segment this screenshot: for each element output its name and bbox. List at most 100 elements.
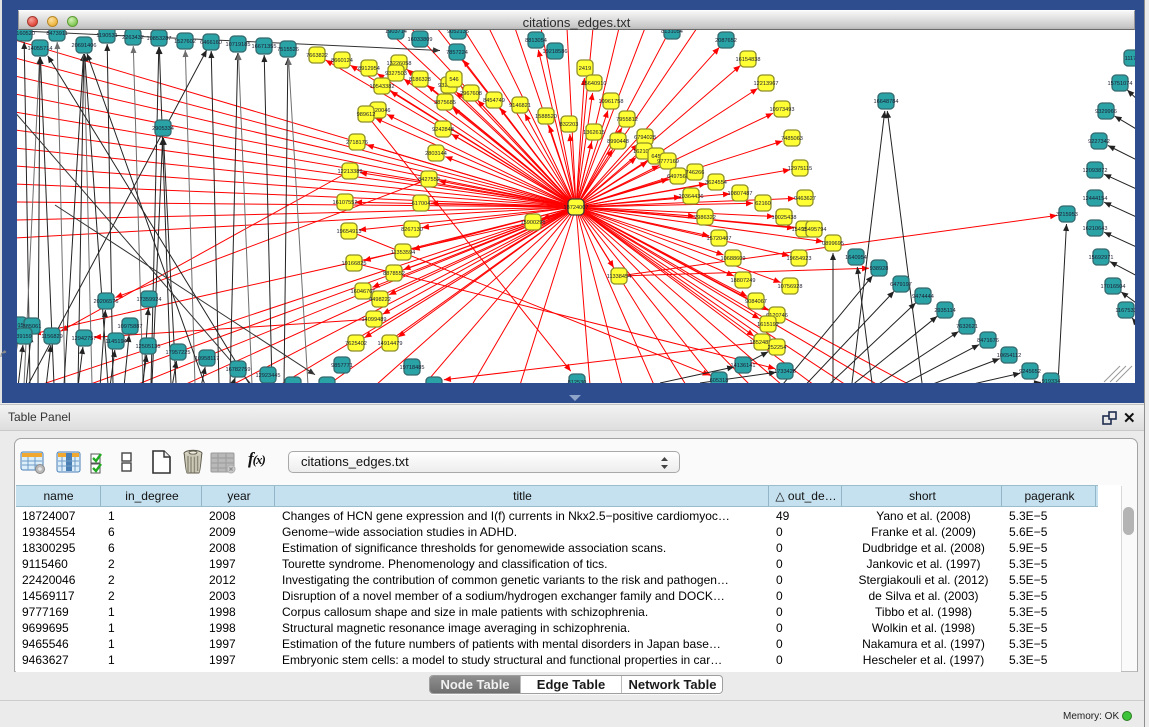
svg-text:8186328: 8186328	[409, 77, 431, 83]
svg-text:10807487: 10807487	[728, 191, 753, 197]
svg-text:1527602: 1527602	[174, 39, 196, 45]
svg-text:16033809: 16033809	[408, 37, 433, 43]
svg-text:989612: 989612	[357, 112, 376, 118]
svg-text:8878552: 8878552	[383, 271, 405, 277]
svg-text:9160520: 9160520	[17, 31, 35, 37]
svg-text:2905334: 2905334	[152, 126, 174, 132]
svg-text:8267130: 8267130	[401, 227, 423, 233]
svg-text:9084067: 9084067	[745, 299, 767, 305]
svg-text:16648784: 16648784	[874, 99, 899, 105]
svg-text:10958117: 10958117	[195, 356, 219, 362]
svg-text:6466160: 6466160	[200, 40, 222, 46]
svg-text:11176: 11176	[1125, 56, 1135, 62]
svg-text:15495794: 15495794	[802, 227, 827, 233]
svg-text:9474444: 9474444	[912, 294, 934, 300]
svg-text:1588520: 1588520	[535, 114, 557, 120]
svg-text:2718176: 2718176	[346, 140, 368, 146]
svg-text:1733426: 1733426	[774, 369, 796, 375]
svg-text:7663822: 7663822	[306, 53, 328, 59]
svg-text:19166825: 19166825	[342, 261, 367, 267]
svg-text:9245652: 9245652	[1019, 369, 1041, 375]
svg-text:8660124: 8660124	[331, 58, 353, 64]
svg-text:18807249: 18807249	[731, 278, 756, 284]
svg-text:12444154: 12444154	[1083, 196, 1108, 202]
svg-text:14099489: 14099489	[362, 317, 387, 323]
svg-text:16210643: 16210643	[1083, 226, 1108, 232]
svg-text:8427552: 8427552	[418, 177, 440, 183]
svg-text:617004: 617004	[412, 201, 431, 207]
svg-text:9242848: 9242848	[432, 127, 454, 133]
svg-text:16107552: 16107552	[333, 200, 358, 206]
svg-text:1640954: 1640954	[845, 255, 867, 261]
svg-text:12923445: 12923445	[256, 373, 281, 379]
svg-text:39159: 39159	[17, 334, 32, 340]
svg-text:1156829: 1156829	[41, 334, 62, 340]
svg-text:546: 546	[449, 77, 458, 83]
svg-text:10025438: 10025438	[772, 215, 797, 221]
svg-text:15751074: 15751074	[1108, 81, 1133, 87]
svg-text:12505135: 12505135	[136, 344, 161, 350]
svg-text:8471676: 8471676	[977, 338, 999, 344]
svg-text:9146821: 9146821	[509, 103, 531, 109]
svg-text:746266: 746266	[686, 170, 705, 176]
svg-text:19654913: 19654913	[337, 229, 362, 235]
svg-text:8131054: 8131054	[661, 30, 683, 35]
svg-text:16671355: 16671355	[252, 44, 277, 50]
svg-text:9227342: 9227342	[1088, 139, 1110, 145]
svg-text:14055714: 14055714	[28, 46, 53, 52]
svg-text:1362615: 1362615	[583, 130, 605, 136]
svg-text:10719185: 10719185	[226, 42, 251, 48]
svg-text:2087652: 2087652	[715, 38, 737, 44]
svg-text:7485063: 7485063	[781, 136, 803, 142]
svg-text:6794028: 6794028	[634, 135, 656, 141]
svg-text:17359924: 17359924	[137, 297, 162, 303]
svg-text:938928: 938928	[870, 266, 889, 272]
svg-text:7625402: 7625402	[345, 341, 367, 347]
svg-text:3875685: 3875685	[434, 100, 456, 106]
svg-text:15640910: 15640910	[582, 81, 607, 87]
svg-text:9327503: 9327503	[385, 71, 407, 77]
svg-text:919334: 919334	[1042, 379, 1061, 383]
svg-text:1903714: 1903714	[385, 30, 407, 35]
svg-text:8990448: 8990448	[607, 139, 629, 145]
svg-text:2967608: 2967608	[460, 91, 482, 97]
svg-text:832203: 832203	[560, 122, 579, 128]
svg-text:9777169: 9777169	[657, 159, 679, 165]
svg-text:7632621: 7632621	[956, 324, 978, 330]
svg-text:9329966: 9329966	[1095, 109, 1117, 115]
svg-text:7515526: 7515526	[277, 47, 299, 53]
svg-text:10543382: 10543382	[370, 84, 395, 90]
svg-text:10756928: 10756928	[778, 284, 803, 290]
svg-text:12093872: 12093872	[1083, 168, 1108, 174]
svg-text:8454749: 8454749	[483, 98, 505, 104]
svg-text:2263432: 2263432	[122, 35, 144, 41]
svg-text:3215953: 3215953	[1056, 212, 1078, 218]
svg-text:17957225: 17957225	[166, 350, 191, 356]
svg-text:7857224: 7857224	[446, 50, 468, 56]
svg-text:12975115: 12975115	[788, 166, 812, 172]
svg-text:1615192: 1615192	[757, 322, 779, 328]
svg-text:19654923: 19654923	[787, 256, 812, 262]
svg-text:605318: 605318	[710, 378, 729, 383]
svg-text:4498222: 4498222	[369, 297, 391, 303]
svg-text:8813054: 8813054	[525, 38, 547, 44]
svg-text:8473911: 8473911	[46, 31, 67, 37]
svg-text:9052135: 9052135	[447, 30, 469, 35]
svg-text:10973493: 10973493	[770, 107, 795, 113]
svg-text:15720407: 15720407	[707, 236, 732, 242]
svg-text:20364436: 20364436	[679, 194, 704, 200]
svg-text:10961758: 10961758	[599, 99, 624, 105]
svg-text:19218586: 19218586	[543, 49, 568, 55]
svg-text:1167533: 1167533	[1115, 308, 1135, 314]
svg-text:12213967: 12213967	[754, 81, 779, 87]
svg-text:16782759: 16782759	[226, 367, 251, 373]
svg-text:10975887: 10975887	[118, 324, 143, 330]
svg-text:2803144: 2803144	[425, 151, 447, 157]
svg-text:20691406: 20691406	[72, 43, 97, 49]
svg-text:11353594: 11353594	[391, 250, 415, 256]
svg-text:7986322: 7986322	[694, 215, 716, 221]
svg-text:14136141: 14136141	[731, 363, 756, 369]
svg-text:14914479: 14914479	[378, 341, 403, 347]
svg-text:11338454: 11338454	[607, 274, 631, 280]
svg-text:19718485: 19718485	[400, 365, 425, 371]
